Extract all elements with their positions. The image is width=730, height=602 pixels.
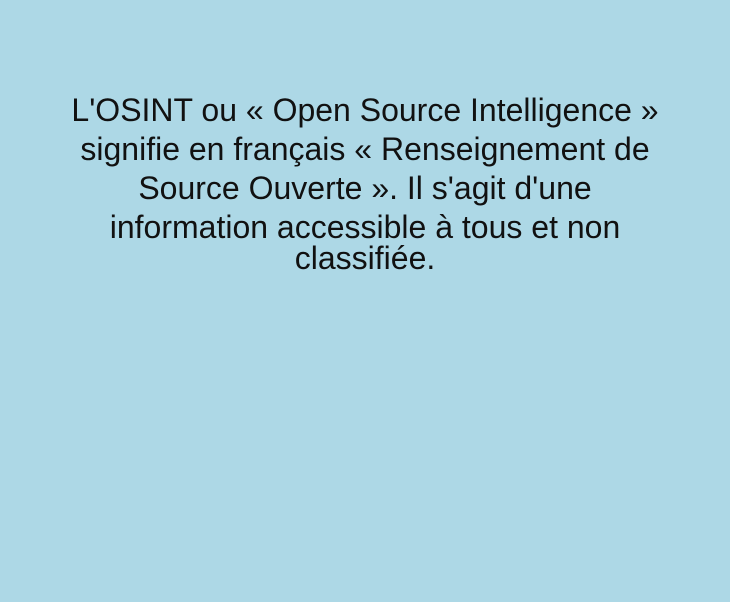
text-line-2: signifie en français « Renseignement de xyxy=(80,131,650,167)
osint-definition-text: L'OSINT ou « Open Source Intelligence » … xyxy=(0,91,730,275)
canvas: L'OSINT ou « Open Source Intelligence » … xyxy=(0,0,730,602)
text-line-1: L'OSINT ou « Open Source Intelligence » xyxy=(71,92,659,128)
text-line-3: Source Ouverte ». Il s'agit d'une xyxy=(138,170,592,206)
